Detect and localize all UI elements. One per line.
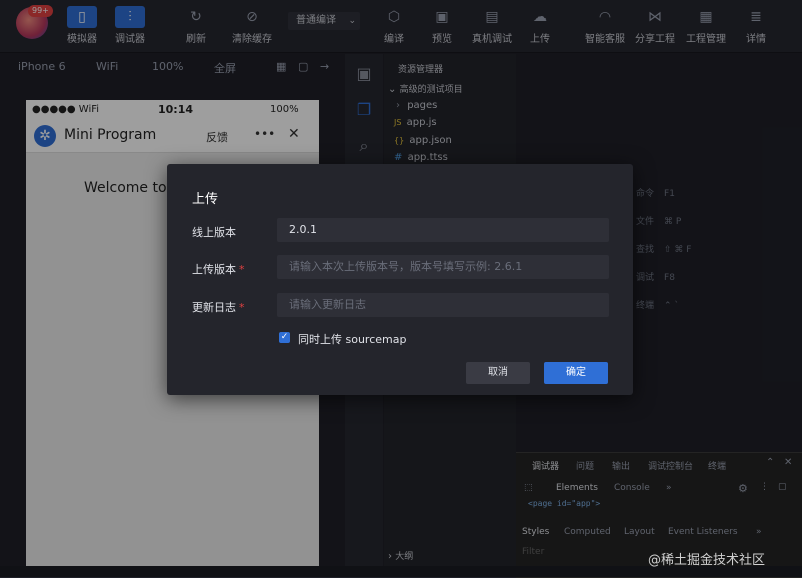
close-icon[interactable]: ✕: [288, 126, 300, 142]
sliders-icon: ⫶: [115, 6, 145, 28]
simulator-bar: iPhone 6 WiFi 100% 全屏 ▦ ▢ →: [0, 54, 340, 80]
layout-tab[interactable]: Layout: [624, 527, 655, 537]
cloud-upload-icon: ☁: [533, 9, 547, 25]
sourcemap-label[interactable]: 同时上传 sourcemap: [298, 331, 406, 347]
devtools-tab[interactable]: 调试控制台: [648, 459, 693, 472]
json-file-icon: {}: [394, 136, 405, 145]
shortcut-row: 终端 ⌃ `: [636, 301, 679, 311]
collapse-icon[interactable]: ⌃: [766, 457, 774, 468]
preview-icon: ▣: [435, 9, 449, 25]
refresh-button[interactable]: ↻ 刷新: [166, 6, 226, 45]
js-file-icon: JS: [394, 118, 402, 127]
ttss-file-icon: #: [394, 152, 403, 163]
styles-filter-input[interactable]: Filter: [522, 547, 544, 557]
event-listeners-tab[interactable]: Event Listeners: [668, 527, 738, 537]
explorer-header: 资源管理器: [398, 65, 444, 75]
compile-mode-select[interactable]: 普通编译 ⌄: [288, 12, 360, 30]
computed-tab[interactable]: Computed: [564, 527, 611, 537]
file-item[interactable]: JS app.js: [384, 117, 516, 128]
file-item[interactable]: {} app.json: [384, 135, 516, 146]
headset-icon: ◠: [598, 9, 612, 25]
top-toolbar: 99+ ▯ 模拟器 ⫶ 调试器 ↻ 刷新 ⊘ 清除缓存 普通编译 ⌄ ⬡ 编译 …: [0, 0, 802, 53]
signal-indicator: ●●●●● WiFi: [32, 104, 100, 115]
chevron-right-icon: ›: [396, 100, 400, 111]
upload-version-label: 上传版本 *: [192, 263, 245, 276]
files-icon[interactable]: ❐: [354, 100, 374, 120]
phone-icon: ▯: [67, 6, 97, 28]
project-icon: ▦: [699, 9, 713, 25]
chevron-down-icon: ⌄: [388, 84, 397, 95]
changelog-input[interactable]: 请输入更新日志: [277, 293, 609, 317]
file-item[interactable]: # app.ttss: [384, 152, 516, 163]
dialog-title: 上传: [192, 192, 219, 207]
layout-icon[interactable]: ▢: [298, 60, 308, 73]
notification-badge: 99+: [28, 5, 53, 17]
mini-program-title: Mini Program: [64, 127, 157, 143]
chevron-down-icon: ⌄: [348, 16, 356, 26]
app-icon[interactable]: ▣: [354, 64, 374, 84]
search-icon[interactable]: ⌕: [354, 136, 374, 156]
devtools-tab[interactable]: 输出: [612, 459, 630, 472]
clear-cache-button[interactable]: ⊘ 清除缓存: [222, 6, 282, 45]
chevron-right-icon: ›: [388, 551, 392, 562]
device-select[interactable]: iPhone 6: [18, 60, 66, 73]
cube-icon: ⬡: [387, 9, 401, 25]
details-button[interactable]: ≣ 详情: [726, 6, 786, 45]
feedback-link[interactable]: 反馈: [206, 129, 228, 145]
zoom-select[interactable]: 100%: [152, 60, 183, 73]
online-version-field: 2.0.1: [277, 218, 609, 242]
confirm-button[interactable]: 确定: [544, 362, 608, 384]
clear-cache-icon: ⊘: [246, 9, 258, 25]
shortcut-row: 命令 F1: [636, 189, 675, 199]
sourcemap-checkbox[interactable]: ✓: [279, 332, 290, 343]
devtools-tab[interactable]: 问题: [576, 459, 594, 472]
shortcut-row: 调试 F8: [636, 273, 675, 283]
share-icon: ⋈: [648, 9, 662, 25]
fullscreen-button[interactable]: 全屏: [214, 60, 236, 76]
online-version-label: 线上版本: [192, 226, 236, 239]
inspect-icon[interactable]: ⬚: [524, 483, 533, 493]
mini-program-navbar: ✲ Mini Program 反馈 ••• ✕: [26, 120, 319, 153]
dom-node[interactable]: <page id="app">: [528, 499, 600, 508]
debugger-button[interactable]: ⫶ 调试器: [100, 6, 160, 45]
styles-tab[interactable]: Styles: [522, 527, 549, 537]
upload-version-input[interactable]: 请输入本次上传版本号，版本号填写示例: 2.6.1: [277, 255, 609, 279]
dock-icon[interactable]: ▢: [778, 482, 787, 492]
devtools-tab[interactable]: 调试器: [532, 459, 559, 472]
battery-indicator: 100%: [270, 104, 299, 115]
welcome-text: Welcome to: [84, 180, 167, 196]
upload-dialog: 上传 线上版本 2.0.1 上传版本 * 请输入本次上传版本号，版本号填写示例: …: [167, 164, 633, 395]
phone-status-bar: ●●●●● WiFi 10:14 100%: [26, 100, 319, 120]
network-select[interactable]: WiFi: [96, 60, 118, 73]
details-icon: ≣: [750, 9, 762, 25]
more-tabs-icon[interactable]: »: [666, 483, 672, 493]
mini-program-logo-icon: ✲: [34, 125, 56, 147]
grid-icon[interactable]: ▦: [276, 60, 286, 73]
shortcut-row: 查找 ⇧ ⌘ F: [636, 245, 692, 255]
refresh-icon: ↻: [190, 9, 202, 25]
check-icon: ✓: [280, 332, 289, 342]
shortcut-row: 文件 ⌘ P: [636, 217, 682, 227]
devtools-tab[interactable]: 终端: [708, 459, 726, 472]
outline-section[interactable]: › 大纲: [384, 549, 516, 562]
kebab-menu-icon[interactable]: ⋮: [760, 482, 769, 492]
gear-icon[interactable]: ⚙: [738, 482, 748, 495]
file-item[interactable]: › pages: [384, 100, 516, 111]
project-folder[interactable]: ⌄ 高级的测试项目: [384, 82, 516, 95]
arrow-right-icon[interactable]: →: [320, 60, 329, 73]
device-debug-icon: ▤: [485, 9, 499, 25]
phone-time: 10:14: [158, 103, 194, 116]
cancel-button[interactable]: 取消: [466, 362, 530, 384]
capsule-menu: ••• ✕: [248, 126, 310, 146]
close-icon[interactable]: ✕: [784, 457, 792, 468]
more-icon[interactable]: •••: [254, 127, 275, 141]
upload-button[interactable]: ☁ 上传: [510, 6, 570, 45]
more-tabs-icon[interactable]: »: [756, 527, 762, 537]
watermark-text: @稀土掘金技术社区: [648, 553, 766, 568]
elements-tab[interactable]: Elements: [556, 483, 598, 493]
changelog-label: 更新日志 *: [192, 301, 245, 314]
console-tab[interactable]: Console: [614, 483, 650, 493]
